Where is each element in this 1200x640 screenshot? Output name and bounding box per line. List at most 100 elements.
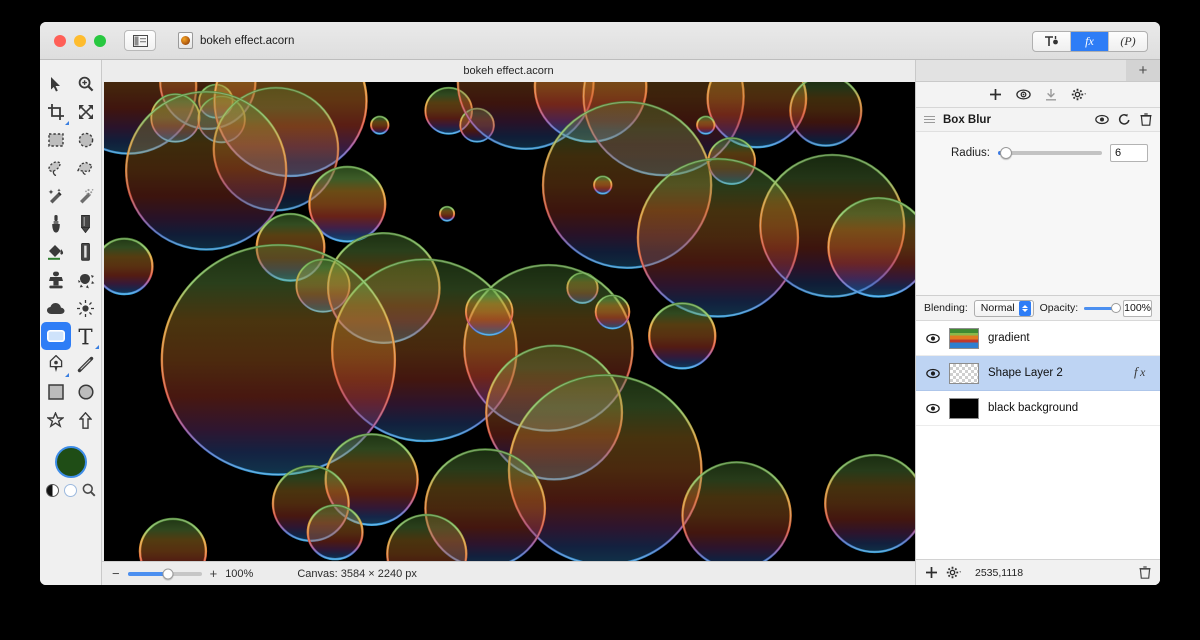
marquee-rect-icon — [47, 133, 64, 147]
document-subtitle: bokeh effect.acorn — [102, 60, 915, 82]
filter-toolbar — [916, 82, 1160, 108]
pen-nib-icon — [49, 355, 62, 372]
bokeh-artwork — [104, 82, 915, 561]
text-tool[interactable] — [71, 322, 101, 350]
opacity-label: Opacity: — [1039, 302, 1079, 314]
add-layer-icon[interactable] — [925, 566, 938, 579]
drag-handle-icon[interactable] — [924, 116, 935, 123]
filters-label: fx — [1085, 34, 1094, 48]
zoom-in-button[interactable]: + — [210, 567, 218, 580]
gear-menu-icon[interactable] — [1071, 88, 1088, 101]
blending-label: Blending: — [924, 302, 968, 314]
crop-tool[interactable] — [41, 98, 71, 126]
color-picker-magnifier-icon[interactable] — [82, 483, 96, 497]
radius-slider-thumb[interactable] — [1000, 147, 1013, 159]
sidebar-toggle-button[interactable] — [124, 30, 156, 51]
opacity-slider-thumb[interactable] — [1111, 303, 1122, 313]
maximize-window-button[interactable] — [94, 34, 106, 47]
add-panel-tab-button[interactable]: + — [1126, 60, 1160, 81]
layer-visibility-icon[interactable] — [926, 333, 940, 344]
text-t-icon — [78, 328, 93, 344]
canvas-area: bokeh effect.acorn − + 100% Canvas: 3584… — [102, 60, 915, 585]
magic-wand-tool[interactable] — [41, 182, 71, 210]
download-icon[interactable] — [1045, 88, 1057, 101]
tool-palette — [40, 60, 102, 585]
smudge-icon — [77, 273, 94, 288]
move-tool[interactable] — [41, 70, 71, 98]
rounded-rectangle-shape-tool[interactable] — [40, 322, 71, 350]
add-filter-icon[interactable] — [989, 88, 1002, 101]
polygon-lasso-tool[interactable] — [71, 154, 101, 182]
close-window-button[interactable] — [54, 34, 66, 47]
radius-slider[interactable] — [998, 147, 1102, 159]
layer-fx-badge[interactable]: f x — [1134, 364, 1150, 383]
no-color-icon[interactable] — [63, 483, 77, 497]
color-swatch-area — [45, 446, 96, 497]
line-tool[interactable] — [71, 350, 101, 378]
document-title: bokeh effect.acorn — [200, 34, 295, 47]
sidebar-icon — [132, 34, 148, 47]
zoom-tool[interactable] — [71, 70, 101, 98]
reset-icon[interactable] — [1118, 113, 1131, 126]
inspector-segmented-control: fx (P) — [1032, 31, 1148, 52]
minimize-window-button[interactable] — [74, 34, 86, 47]
radius-parameter-row: Radius: 6 — [916, 144, 1160, 162]
preview-eye-icon[interactable] — [1015, 88, 1031, 101]
instant-alpha-tool[interactable] — [71, 182, 101, 210]
paint-bucket-tool[interactable] — [41, 238, 71, 266]
zoom-out-button[interactable]: − — [112, 567, 120, 580]
document-chip[interactable]: bokeh effect.acorn — [178, 32, 294, 49]
trash-icon[interactable] — [1140, 113, 1152, 126]
rectangle-shape-tool[interactable] — [41, 378, 71, 406]
image-canvas[interactable] — [104, 82, 915, 561]
cursor-coordinates-label: 2535,1118 — [975, 566, 1024, 579]
zoom-level-label: 100% — [225, 567, 254, 580]
zoom-slider[interactable] — [127, 568, 202, 579]
rectangular-select-tool[interactable] — [41, 126, 71, 154]
canvas-shell — [102, 82, 915, 561]
fx-icon: f x — [1134, 364, 1146, 379]
opacity-slider[interactable] — [1084, 303, 1122, 313]
ellipse-shape-tool[interactable] — [71, 378, 101, 406]
transform-tool[interactable] — [71, 98, 101, 126]
pencil-icon — [81, 215, 90, 233]
layer-name: black background — [988, 402, 1079, 414]
layer-name: Shape Layer 2 — [988, 367, 1063, 379]
default-colors-icon[interactable] — [45, 483, 59, 497]
elliptical-select-tool[interactable] — [71, 126, 101, 154]
layers-list: gradient Shape Layer 2 f x black backgro… — [916, 321, 1160, 559]
brush-tool[interactable] — [41, 210, 71, 238]
acorn-document-icon — [178, 32, 193, 49]
blur-tool[interactable] — [41, 294, 71, 322]
tool-options-button[interactable] — [1033, 32, 1071, 51]
lasso-tool[interactable] — [41, 154, 71, 182]
eraser-tool[interactable] — [71, 238, 101, 266]
radius-value-field[interactable]: 6 — [1110, 144, 1148, 162]
layer-options-gear-icon[interactable] — [946, 566, 963, 579]
eraser-icon — [81, 243, 90, 261]
inspector-panel: + Box Blur Radius: 6 Blending: Normal Op… — [915, 60, 1160, 585]
arrow-shape-tool[interactable] — [71, 406, 101, 434]
layer-visibility-icon[interactable] — [926, 403, 940, 414]
opacity-value-field[interactable]: 100% — [1123, 299, 1152, 317]
filter-title: Box Blur — [943, 113, 991, 126]
smudge-tool[interactable] — [71, 266, 101, 294]
layer-thumbnail-black — [949, 397, 979, 419]
layer-row-black-background[interactable]: black background — [916, 391, 1160, 426]
layer-row-shape-layer-2[interactable]: Shape Layer 2 f x — [916, 356, 1160, 391]
layer-row-gradient[interactable]: gradient — [916, 321, 1160, 356]
eye-icon[interactable] — [1095, 114, 1109, 125]
blending-mode-select[interactable]: Normal — [973, 299, 1034, 317]
bezier-pen-tool[interactable] — [41, 350, 71, 378]
dodge-tool[interactable] — [71, 294, 101, 322]
layer-visibility-icon[interactable] — [926, 368, 940, 379]
delete-layer-icon[interactable] — [1139, 566, 1151, 579]
zoom-slider-thumb[interactable] — [162, 568, 174, 579]
foreground-color-swatch[interactable] — [54, 446, 87, 478]
pencil-tool[interactable] — [71, 210, 101, 238]
clone-stamp-tool[interactable] — [41, 266, 71, 294]
tool-options-icon — [1045, 36, 1058, 46]
palette-button[interactable]: (P) — [1109, 32, 1147, 51]
filters-button[interactable]: fx — [1071, 32, 1109, 51]
star-shape-tool[interactable] — [41, 406, 71, 434]
